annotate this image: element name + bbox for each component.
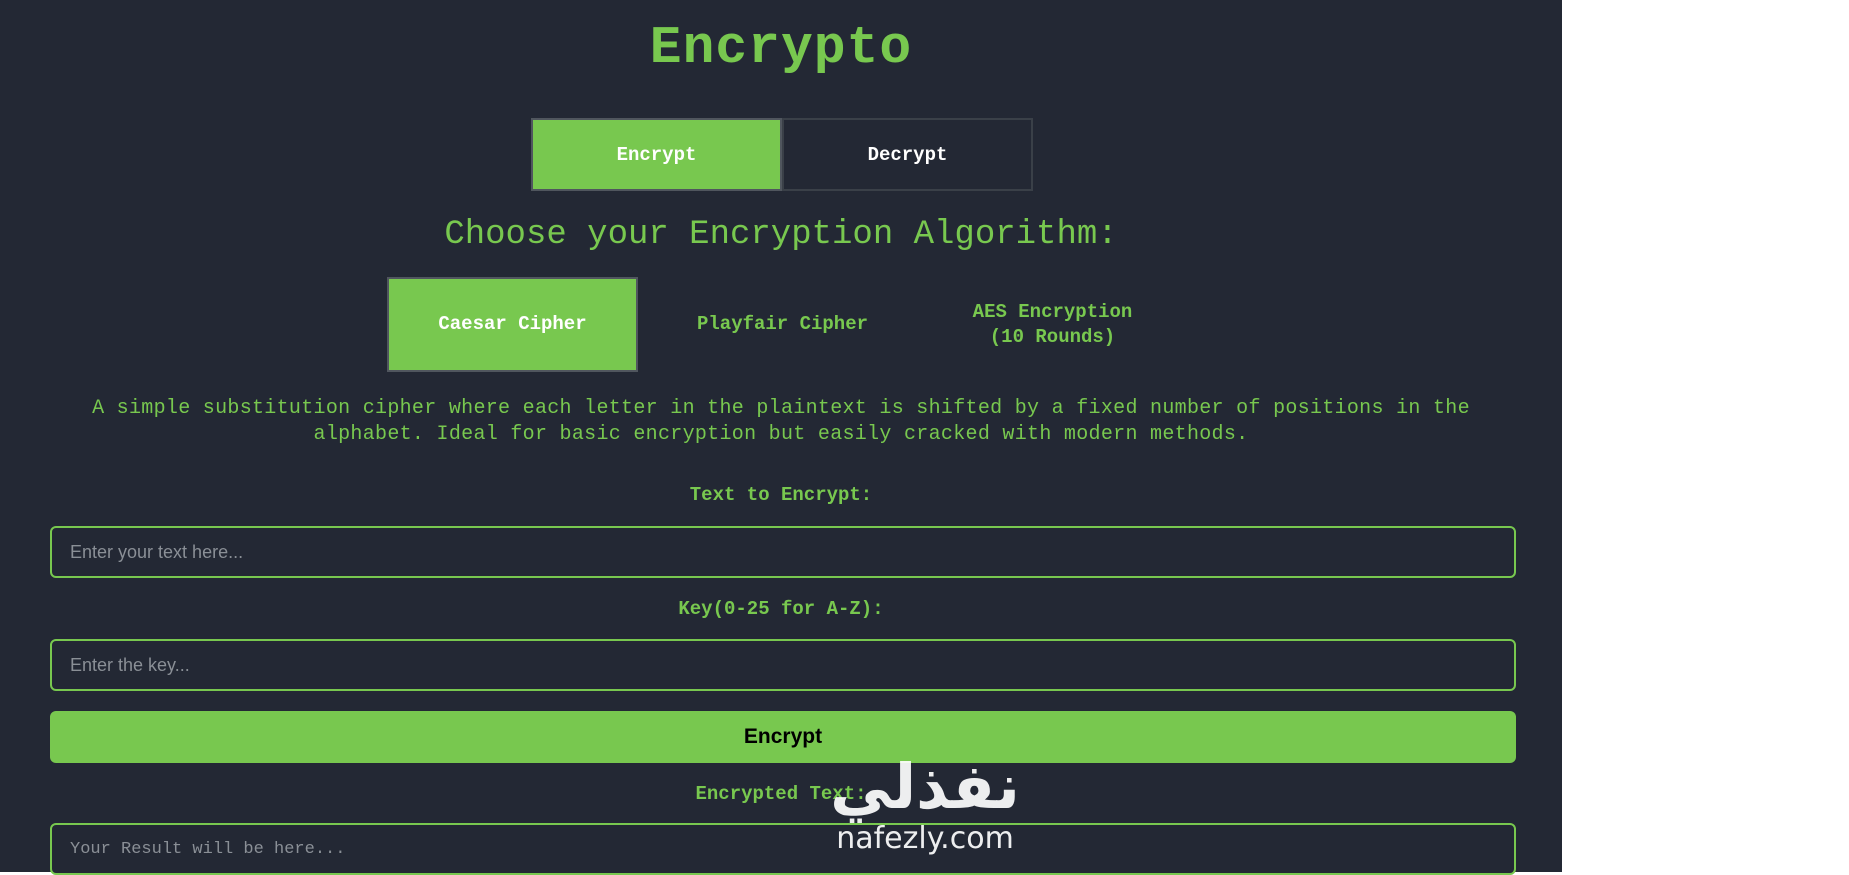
algorithm-caesar-button[interactable]: Caesar Cipher: [387, 277, 638, 372]
tab-encrypt[interactable]: Encrypt: [531, 118, 782, 191]
watermark-logo: نفذلي nafezly.com: [820, 752, 1030, 856]
watermark-domain: nafezly.com: [836, 821, 1014, 856]
text-input-label: Text to Encrypt:: [689, 484, 873, 506]
key-input[interactable]: [50, 639, 1516, 691]
encrypt-button[interactable]: Encrypt: [50, 711, 1516, 763]
result-label: Encrypted Text:: [695, 783, 867, 805]
mode-tabs: Encrypt Decrypt: [531, 118, 1033, 191]
app-panel: Encrypto Encrypt Decrypt Choose your Enc…: [0, 0, 1562, 875]
algorithm-options: Caesar Cipher Playfair Cipher AES Encryp…: [387, 277, 1197, 372]
text-input[interactable]: [50, 526, 1516, 578]
watermark-arabic: نفذلي: [830, 750, 1020, 823]
algorithm-aes-button[interactable]: AES Encryption (10 Rounds): [927, 277, 1178, 372]
algorithm-playfair-button[interactable]: Playfair Cipher: [657, 277, 908, 372]
algorithm-heading: Choose your Encryption Algorithm:: [444, 216, 1118, 254]
result-output[interactable]: [50, 823, 1516, 875]
app-title: Encrypto: [649, 18, 913, 78]
algorithm-description: A simple substitution cipher where each …: [92, 397, 1470, 446]
tab-decrypt[interactable]: Decrypt: [782, 118, 1033, 191]
key-input-label: Key(0-25 for A-Z):: [678, 598, 884, 620]
